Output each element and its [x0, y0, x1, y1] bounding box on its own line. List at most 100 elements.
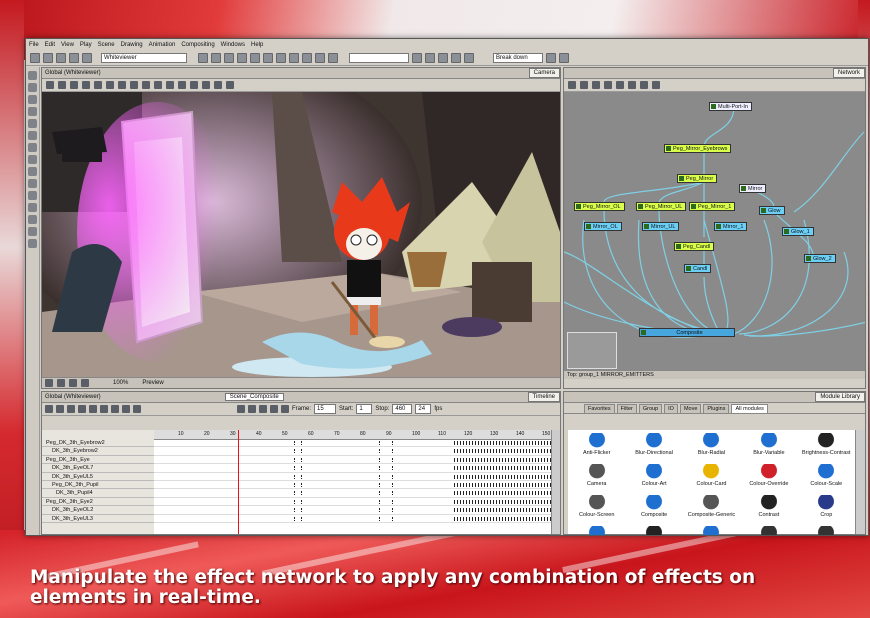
tool-icon[interactable] — [250, 52, 260, 63]
layer-row[interactable]: Peg_DK_3th_Pupil — [42, 481, 154, 490]
network-node[interactable]: Peg_Candl — [674, 242, 715, 251]
zoom-level[interactable]: 100% — [113, 380, 128, 386]
tool-icon[interactable] — [302, 52, 312, 63]
tool-icon[interactable] — [412, 52, 422, 63]
tool-icon[interactable] — [438, 52, 448, 63]
tab-all-modules[interactable]: All modules — [731, 404, 768, 413]
track-row[interactable] — [154, 464, 552, 473]
eyedropper-tool-icon[interactable] — [28, 179, 37, 188]
tab-filter[interactable]: Filter — [616, 404, 637, 413]
menu-animation[interactable]: Animation — [149, 42, 176, 48]
network-node[interactable]: Candl — [684, 264, 712, 273]
keyframe-block[interactable] — [379, 499, 393, 504]
loop-icon[interactable] — [281, 405, 289, 413]
network-node[interactable]: Peg_Mirror — [677, 174, 718, 183]
cutter-tool-icon[interactable] — [28, 227, 37, 236]
layer-row[interactable]: DK_3th_EyeUL5 — [42, 473, 154, 481]
toggle-icon[interactable] — [81, 379, 89, 387]
camera-viewport[interactable] — [42, 92, 560, 377]
module-item[interactable]: Colour-Scale — [798, 464, 855, 495]
network-node[interactable]: Peg_Mirror_1 — [689, 202, 736, 211]
zoom-in-icon[interactable] — [57, 379, 65, 387]
keyframe-block[interactable] — [454, 457, 552, 462]
tool-icon[interactable] — [237, 52, 247, 63]
hand-tool-icon[interactable] — [28, 155, 37, 164]
network-node[interactable]: Peg_Mirror_UL — [636, 202, 687, 211]
move-tool-icon[interactable] — [28, 119, 37, 128]
contour-tool-icon[interactable] — [28, 215, 37, 224]
start-field[interactable]: 1 — [356, 404, 373, 414]
keyframe-block[interactable] — [294, 474, 302, 479]
tool-icon[interactable] — [89, 405, 97, 413]
keyframe-block[interactable] — [294, 491, 302, 496]
module-item[interactable]: Brightness-Contrast — [798, 433, 855, 464]
module-item[interactable]: Colour-Screen — [568, 495, 625, 526]
keyframe-block[interactable] — [294, 466, 302, 471]
menu-drawing[interactable]: Drawing — [121, 42, 143, 48]
tab-favorites[interactable]: Favorites — [584, 404, 615, 413]
keyframe-block[interactable] — [294, 441, 302, 445]
tool-icon[interactable] — [652, 81, 660, 89]
tool-icon[interactable] — [328, 52, 338, 63]
keyframe-block[interactable] — [454, 466, 552, 471]
network-node[interactable]: Peg_Mirror_OL — [574, 202, 625, 211]
keyframe-block[interactable] — [294, 516, 302, 521]
tool-icon[interactable] — [276, 52, 286, 63]
menu-file[interactable]: File — [29, 42, 39, 48]
tool-icon[interactable] — [211, 52, 221, 63]
tool-icon[interactable] — [133, 405, 141, 413]
keyframe-block[interactable] — [294, 483, 302, 487]
module-item[interactable]: Cutter — [568, 526, 625, 535]
stop-icon[interactable] — [259, 405, 267, 413]
keyframe-block[interactable] — [294, 508, 302, 513]
module-item[interactable]: Blur-Directional — [625, 433, 682, 464]
tool-icon[interactable] — [166, 81, 174, 89]
redo-icon[interactable] — [82, 52, 92, 63]
module-item[interactable]: Colour-Art — [625, 464, 682, 495]
module-item[interactable]: Crop — [798, 495, 855, 526]
tool-icon[interactable] — [224, 52, 234, 63]
track-row[interactable] — [154, 481, 552, 490]
tool-icon[interactable] — [559, 52, 569, 63]
tool-icon[interactable] — [67, 405, 75, 413]
library-scrollbar[interactable] — [855, 430, 865, 534]
keyframe-block[interactable] — [379, 491, 393, 496]
pencil-tool-icon[interactable] — [28, 95, 37, 104]
tool-icon[interactable] — [198, 52, 208, 63]
tool-icon[interactable] — [580, 81, 588, 89]
menu-compositing[interactable]: Compositing — [181, 42, 214, 48]
shape-tool-icon[interactable] — [28, 203, 37, 212]
playhead[interactable] — [238, 430, 239, 534]
tool-icon[interactable] — [106, 81, 114, 89]
tool-icon[interactable] — [202, 81, 210, 89]
track-row[interactable] — [154, 515, 552, 523]
menu-windows[interactable]: Windows — [221, 42, 245, 48]
tool-icon[interactable] — [142, 81, 150, 89]
track-row[interactable] — [154, 498, 552, 507]
timeline-scrollbar[interactable] — [551, 430, 560, 534]
layer-row[interactable]: DK_3th_EyeUL3 — [42, 515, 154, 523]
module-item[interactable]: Element — [740, 526, 797, 535]
keyframe-block[interactable] — [379, 508, 393, 513]
keyframe-block[interactable] — [454, 474, 552, 479]
tool-icon[interactable] — [568, 81, 576, 89]
tool-icon[interactable] — [464, 52, 474, 63]
reset-view-icon[interactable] — [69, 379, 77, 387]
view-mode[interactable]: Preview — [142, 380, 163, 386]
tool-icon[interactable] — [78, 405, 86, 413]
first-frame-icon[interactable] — [237, 405, 245, 413]
track-row[interactable] — [154, 473, 552, 481]
tab-io[interactable]: IO — [664, 404, 678, 413]
tool-icon[interactable] — [100, 405, 108, 413]
module-item[interactable]: Anti-Flicker — [568, 433, 625, 464]
tool-icon[interactable] — [425, 52, 435, 63]
keyframe-block[interactable] — [379, 441, 393, 445]
network-node[interactable]: Composite — [639, 328, 735, 337]
new-icon[interactable] — [30, 52, 40, 63]
keyframe-block[interactable] — [379, 483, 393, 487]
zoom-tool-icon[interactable] — [28, 143, 37, 152]
tool-icon[interactable] — [154, 81, 162, 89]
tool-icon[interactable] — [616, 81, 624, 89]
track-row[interactable] — [154, 439, 552, 448]
module-item[interactable]: Colour-Override — [740, 464, 797, 495]
